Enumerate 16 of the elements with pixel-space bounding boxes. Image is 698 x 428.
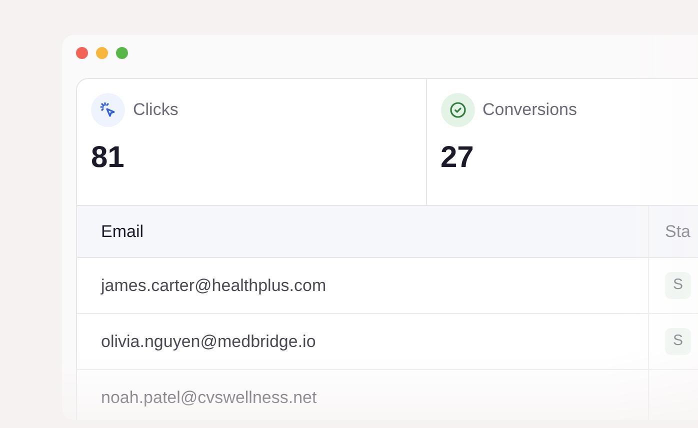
email-cell-text: olivia.nguyen@medbridge.io bbox=[101, 330, 316, 353]
maximize-icon[interactable] bbox=[116, 47, 128, 59]
email-cell-text: noah.patel@cvswellness.net bbox=[101, 386, 317, 409]
status-badge: S bbox=[665, 328, 692, 355]
stat-value: 81 bbox=[91, 143, 126, 173]
close-icon[interactable] bbox=[76, 47, 88, 59]
cursor-click-icon bbox=[91, 93, 125, 127]
stat-label: Conversions bbox=[482, 99, 577, 122]
column-header: Sta bbox=[665, 220, 691, 243]
check-circle-icon bbox=[440, 93, 474, 127]
stat-value: 27 bbox=[440, 143, 475, 173]
stat-label: Clicks bbox=[133, 99, 178, 122]
column-header: Email bbox=[101, 220, 144, 243]
minimize-icon[interactable] bbox=[96, 47, 108, 59]
email-cell-text: james.carter@healthplus.com bbox=[101, 274, 326, 297]
status-badge: S bbox=[665, 272, 692, 299]
